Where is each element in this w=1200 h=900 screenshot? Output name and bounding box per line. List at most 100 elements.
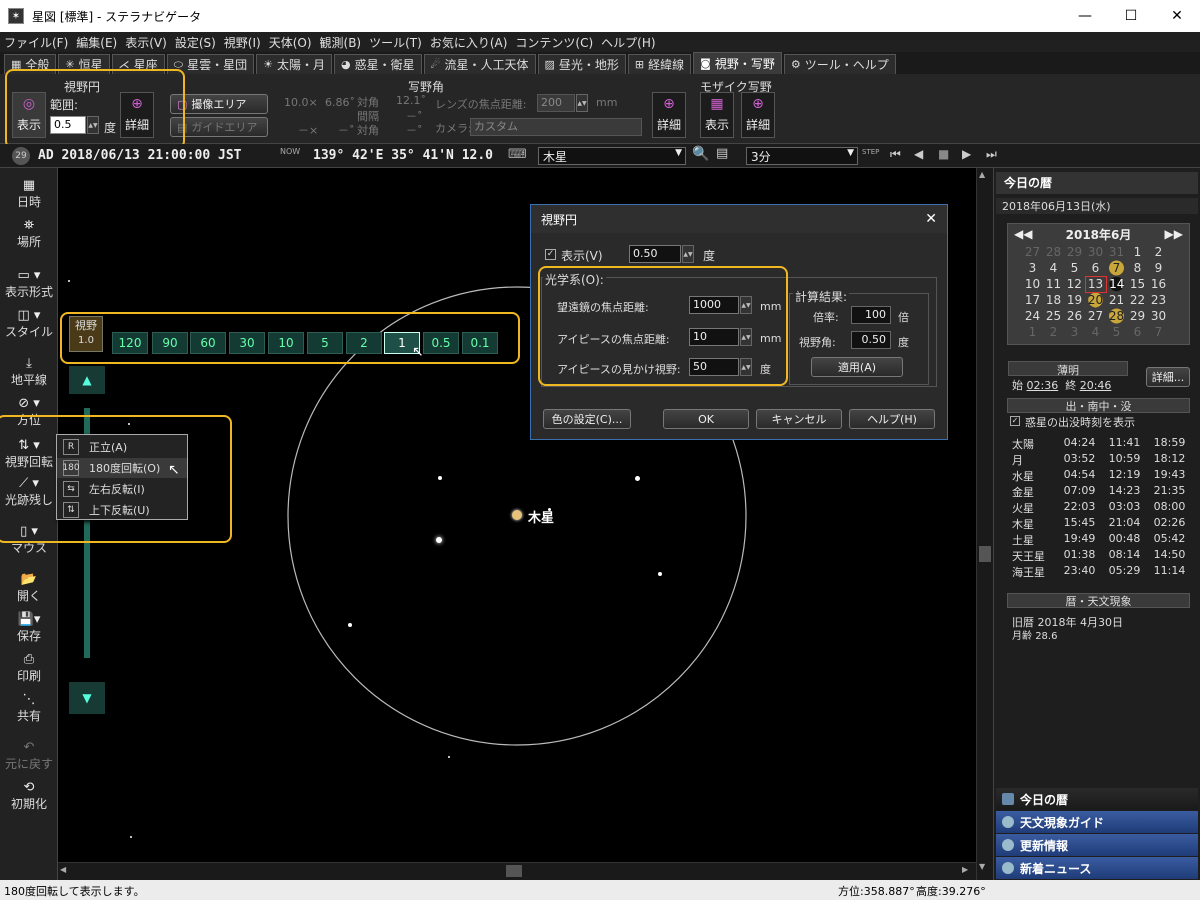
keyboard-icon[interactable]: ⌨: [508, 147, 527, 162]
horizontal-scrollbar[interactable]: ◀ ▶: [58, 862, 976, 880]
close-icon[interactable]: ✕: [1154, 0, 1200, 32]
menu-observe[interactable]: 観測(B): [320, 34, 362, 51]
share-button[interactable]: ⋱ 共有: [0, 692, 58, 724]
menu-tools[interactable]: ツール(T): [369, 34, 422, 51]
open-button[interactable]: 📂 開く: [0, 572, 58, 604]
menu-objects[interactable]: 天体(O): [269, 34, 312, 51]
cal-day[interactable]: 6: [1085, 260, 1106, 276]
tab-tools-help[interactable]: ⚙ ツール・ヘルプ: [783, 54, 896, 74]
tab-gridlines[interactable]: ⊞ 経緯線: [627, 54, 692, 74]
twilight-end[interactable]: 20:46: [1080, 379, 1112, 392]
cal-day[interactable]: 2: [1043, 324, 1064, 340]
style-button[interactable]: ◫ ▾ スタイル: [0, 308, 58, 340]
cal-day[interactable]: 5: [1064, 260, 1085, 276]
undo-button[interactable]: ↶ 元に戻す: [0, 740, 58, 772]
scroll-thumb[interactable]: [506, 865, 522, 877]
cal-day[interactable]: 3: [1064, 324, 1085, 340]
cal-day[interactable]: 10: [1022, 276, 1043, 292]
cal-day[interactable]: 26: [1064, 308, 1085, 324]
maximize-icon[interactable]: ☐: [1108, 0, 1154, 32]
cal-day[interactable]: 1: [1022, 324, 1043, 340]
cal-day[interactable]: 6: [1127, 324, 1148, 340]
color-settings-button[interactable]: 色の設定(C)...: [543, 409, 631, 429]
stop-icon[interactable]: ■: [938, 147, 949, 161]
display-format-button[interactable]: ▭ ▾ 表示形式: [0, 268, 58, 300]
cal-day-moon[interactable]: 20: [1085, 292, 1106, 308]
list-icon[interactable]: ▤: [716, 146, 728, 161]
now-button[interactable]: NOW: [280, 147, 300, 156]
cal-day[interactable]: 19: [1064, 292, 1085, 308]
cal-day[interactable]: 1: [1127, 244, 1148, 260]
save-button[interactable]: 💾▾ 保存: [0, 612, 58, 644]
scroll-left-icon[interactable]: ◀: [60, 865, 66, 874]
jupiter-marker[interactable]: [512, 510, 522, 520]
skip-forward-icon[interactable]: ⏭: [986, 147, 997, 162]
menu-file[interactable]: ファイル(F): [4, 34, 68, 51]
location-display[interactable]: 139° 42'E 35° 41'N 12.0: [313, 148, 493, 163]
datetime-button[interactable]: ▦ 日時: [0, 178, 58, 210]
cal-day[interactable]: 5: [1106, 324, 1127, 340]
target-select[interactable]: 木星 ▼: [538, 147, 686, 165]
tab-daylight[interactable]: ▨ 昼光・地形: [537, 54, 626, 74]
show-value-input[interactable]: 0.50: [629, 245, 681, 263]
step-back-icon[interactable]: ◀: [914, 147, 923, 161]
mosaic-detail-button[interactable]: ⊕ 詳細: [741, 92, 775, 138]
cal-day[interactable]: 7: [1148, 324, 1169, 340]
datetime-display[interactable]: AD 2018/06/13 21:00:00 JST: [38, 148, 242, 163]
menu-edit[interactable]: 編集(E): [76, 34, 117, 51]
time-mode-icon[interactable]: 29: [12, 147, 30, 165]
cal-day[interactable]: 4: [1043, 260, 1064, 276]
cal-day[interactable]: 23: [1148, 292, 1169, 308]
prev-month-icon[interactable]: ◀◀: [1014, 227, 1032, 241]
cal-day[interactable]: 22: [1127, 292, 1148, 308]
cal-day[interactable]: 9: [1148, 260, 1169, 276]
cal-day[interactable]: 18: [1043, 292, 1064, 308]
zoom-out-button[interactable]: ▼: [69, 682, 105, 714]
tab-planets[interactable]: ◕ 惑星・衛星: [333, 54, 422, 74]
reset-button[interactable]: ⟲ 初期化: [0, 780, 58, 812]
vertical-scrollbar[interactable]: ▲ ▼: [976, 168, 993, 880]
cancel-button[interactable]: キャンセル: [756, 409, 842, 429]
cal-day[interactable]: 31: [1106, 244, 1127, 260]
rise-set-checkbox[interactable]: ✓: [1010, 416, 1020, 426]
cal-day[interactable]: 8: [1127, 260, 1148, 276]
apply-button[interactable]: 適用(A): [811, 357, 903, 377]
scroll-right-icon[interactable]: ▶: [962, 865, 968, 874]
cal-day[interactable]: 3: [1022, 260, 1043, 276]
cal-day[interactable]: 27: [1085, 308, 1106, 324]
nav-news[interactable]: 新着ニュース: [996, 857, 1198, 879]
mosaic-show-button[interactable]: ▦ 表示: [700, 92, 734, 138]
show-checkbox[interactable]: ✓: [545, 249, 556, 260]
menu-help[interactable]: ヘルプ(H): [601, 34, 655, 51]
print-button[interactable]: ⎙ 印刷: [0, 652, 58, 684]
scroll-down-icon[interactable]: ▼: [979, 862, 985, 871]
ok-button[interactable]: OK: [663, 409, 749, 429]
play-icon[interactable]: ▶: [962, 147, 971, 161]
menu-contents[interactable]: コンテンツ(C): [515, 34, 593, 51]
tab-meteors[interactable]: ☄ 流星・人工天体: [423, 54, 536, 74]
nav-today-calendar[interactable]: 今日の暦: [996, 788, 1198, 810]
cal-day[interactable]: 29: [1127, 308, 1148, 324]
tab-field-of-view[interactable]: ◙ 視野・写野: [693, 52, 782, 74]
cal-day[interactable]: 2: [1148, 244, 1169, 260]
cal-day[interactable]: 28: [1043, 244, 1064, 260]
camera-select[interactable]: カスタム: [470, 118, 642, 136]
show-value-spinner[interactable]: ▲▼: [682, 245, 694, 263]
nav-update-info[interactable]: 更新情報: [996, 834, 1198, 856]
skip-back-icon[interactable]: ⏮: [890, 147, 901, 162]
photo-detail-button[interactable]: ⊕ 詳細: [652, 92, 686, 138]
cal-day[interactable]: 21: [1106, 292, 1127, 308]
dialog-close-icon[interactable]: ✕: [925, 211, 937, 227]
horizon-button[interactable]: ⤓ 地平線: [0, 356, 58, 388]
cal-day-newmoon[interactable]: 14: [1106, 276, 1127, 292]
twilight-detail-button[interactable]: 詳細...: [1146, 367, 1190, 387]
cal-day[interactable]: 15: [1127, 276, 1148, 292]
search-icon[interactable]: 🔍: [692, 146, 709, 162]
minimize-icon[interactable]: —: [1062, 0, 1108, 32]
cal-day[interactable]: 25: [1043, 308, 1064, 324]
cal-day-moon[interactable]: 7: [1106, 260, 1127, 276]
cal-day[interactable]: 30: [1085, 244, 1106, 260]
scroll-thumb[interactable]: [979, 546, 991, 562]
cal-day-fullmoon[interactable]: 28: [1106, 308, 1127, 324]
cal-day[interactable]: 16: [1148, 276, 1169, 292]
